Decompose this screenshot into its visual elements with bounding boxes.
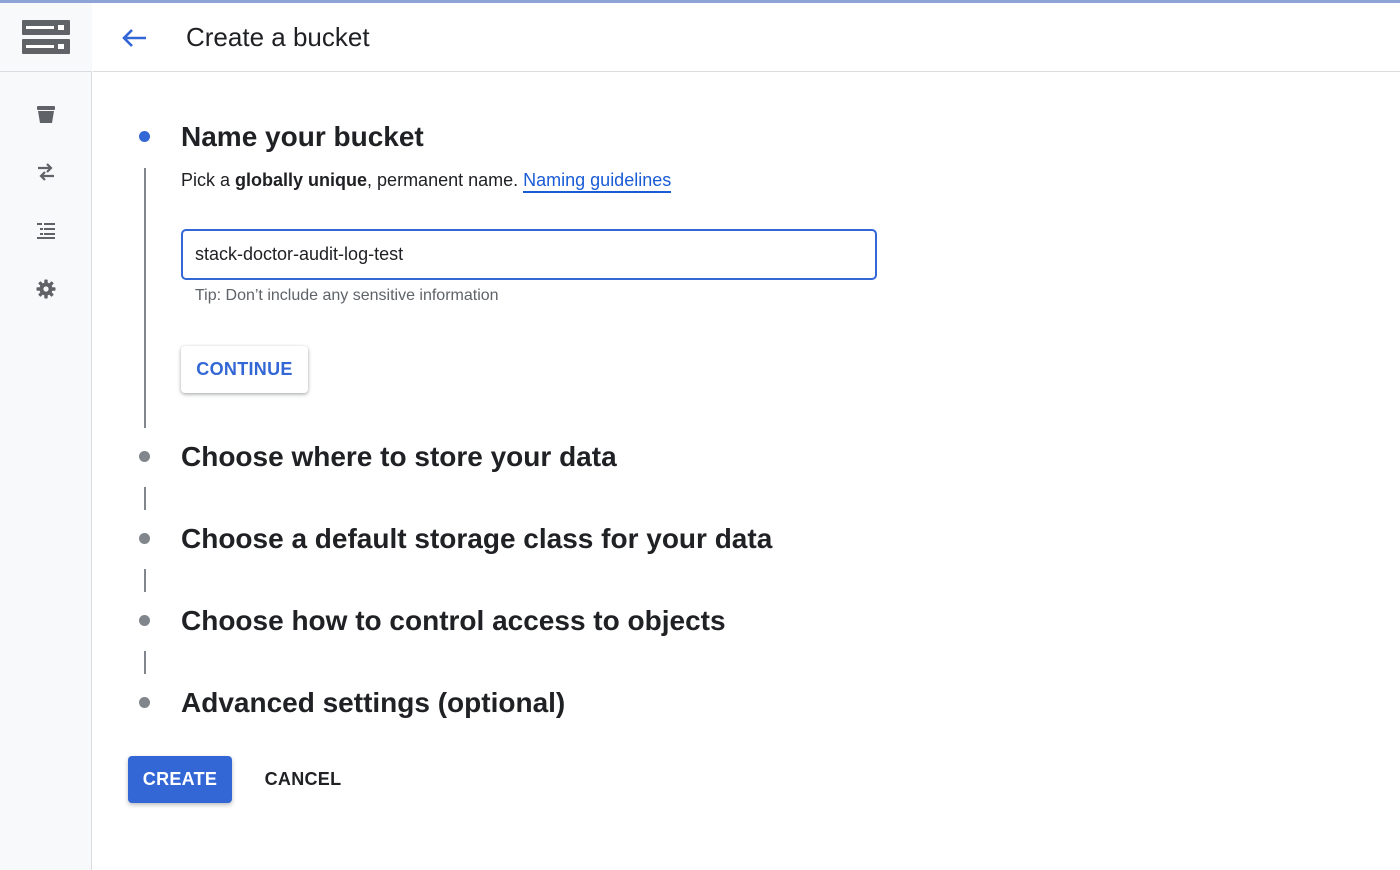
list-icon[interactable] (33, 217, 59, 243)
create-button[interactable]: CREATE (128, 756, 232, 803)
arrow-back-icon[interactable] (117, 21, 151, 55)
step-connector (144, 569, 146, 592)
step-connector (144, 651, 146, 674)
bucket-icon[interactable] (33, 101, 59, 127)
desc-bold: globally unique (235, 170, 368, 190)
step-title-name-bucket[interactable]: Name your bucket (181, 120, 424, 154)
continue-button[interactable]: CONTINUE (181, 346, 308, 393)
step-indicator (139, 697, 150, 708)
step-title-advanced-settings[interactable]: Advanced settings (optional) (181, 686, 565, 720)
desc-suffix: , permanent name. (367, 170, 524, 190)
step-indicator (139, 533, 150, 544)
sensitive-info-tip: Tip: Don’t include any sensitive informa… (195, 287, 499, 304)
step-indicator-active (139, 131, 150, 142)
step-indicator (139, 615, 150, 626)
transfer-icon[interactable] (33, 159, 59, 185)
step-connector (144, 487, 146, 510)
bucket-name-input[interactable] (181, 229, 877, 280)
step-connector (144, 168, 146, 428)
naming-guidelines-link[interactable]: Naming guidelines (523, 170, 672, 193)
page-title: Create a bucket (186, 22, 370, 52)
step-title-location[interactable]: Choose where to store your data (181, 440, 617, 474)
page-header: Create a bucket (93, 3, 1400, 72)
cancel-button[interactable]: CANCEL (252, 756, 354, 803)
storage-logo-icon[interactable] (0, 3, 92, 72)
step-description: Pick a globally unique, permanent name. … (181, 168, 672, 193)
gear-icon[interactable] (33, 276, 59, 302)
step-title-access-control[interactable]: Choose how to control access to objects (181, 604, 726, 638)
left-nav-rail (0, 3, 92, 870)
desc-prefix: Pick a (181, 170, 236, 190)
step-indicator (139, 451, 150, 462)
step-title-storage-class[interactable]: Choose a default storage class for your … (181, 522, 772, 556)
